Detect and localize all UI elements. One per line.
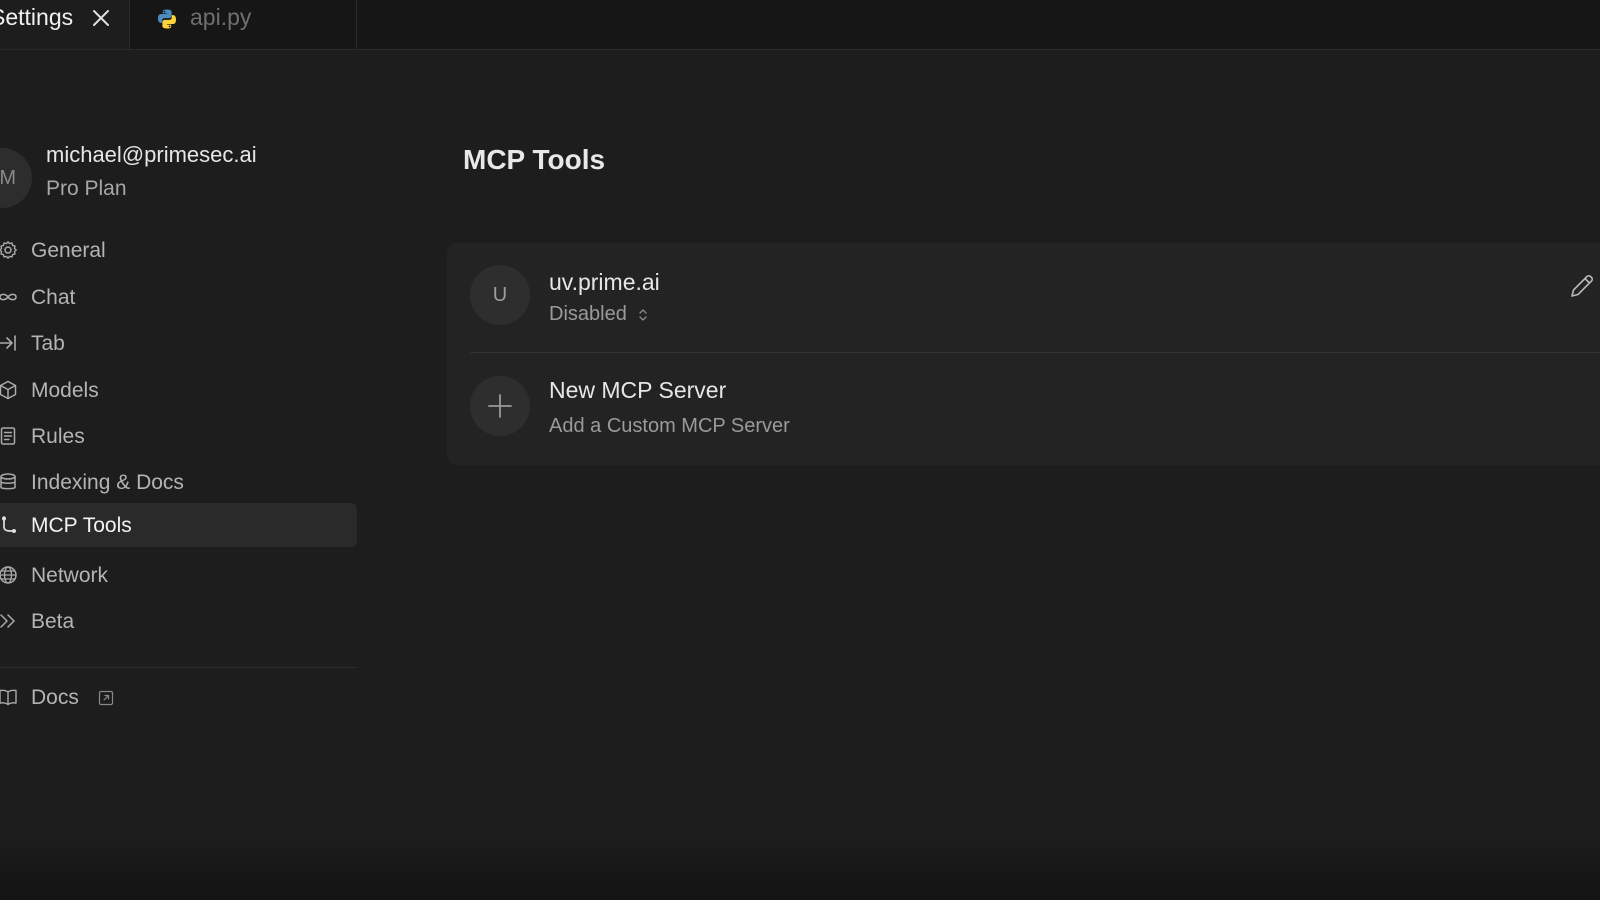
cube-icon [0,380,17,400]
chevrons-right-icon [0,614,15,628]
sidebar-item-label: Indexing & Docs [31,471,184,494]
sidebar-item-tab[interactable]: Tab [0,322,357,366]
mcp-icon [2,516,16,533]
sidebar-item-docs[interactable]: Docs [0,676,357,720]
sidebar-item-label: Docs [31,686,79,709]
sidebar-item-label: Models [31,379,99,402]
tab-settings[interactable]: Settings [0,0,130,49]
server-status-select[interactable]: Disabled [549,303,649,326]
main-content: MCP Tools U uv.prime.ai Disabled New MCP… [357,50,1600,900]
database-icon [0,473,16,490]
infinity-icon [0,293,17,301]
close-icon[interactable] [90,7,112,29]
add-server-icon-container [470,376,530,436]
sidebar-item-models[interactable]: Models [0,369,357,413]
add-server-title: New MCP Server [549,377,727,403]
sidebar-item-rules[interactable]: Rules [0,415,357,459]
document-icon [0,427,16,445]
gear-icon [0,241,17,259]
new-mcp-server-button[interactable]: New MCP Server Add a Custom MCP Server [447,353,1600,461]
account-plan: Pro Plan [46,177,127,200]
add-server-subtitle: Add a Custom MCP Server [549,415,790,437]
server-status-label: Disabled [549,303,627,325]
python-icon [158,9,176,29]
arrow-right-bar-icon [0,335,16,351]
pencil-icon[interactable] [1567,271,1597,301]
avatar: M [0,148,32,208]
sidebar-item-label: Network [31,564,109,587]
sidebar-item-beta[interactable]: Beta [0,600,357,644]
sidebar-item-label: General [31,239,106,262]
sidebar-divider [0,667,357,668]
sidebar-item-label: Chat [31,286,76,309]
settings-window: Settings api.py M michael@primesec.ai Pr… [0,0,1600,900]
mcp-servers-card: U uv.prime.ai Disabled New MCP Server Ad… [447,243,1600,465]
tab-settings-label: Settings [0,4,74,30]
tab-bar: Settings api.py [0,0,1600,50]
sidebar-item-general[interactable]: General [0,229,357,273]
globe-icon [0,566,17,584]
sidebar-item-label: MCP Tools [31,514,132,537]
sidebar-item-label: Rules [31,425,85,448]
sidebar-item-label: Beta [31,610,75,633]
tab-api-py-label: api.py [190,4,252,30]
book-icon [0,689,17,706]
sidebar-item-label: Tab [31,332,65,355]
plus-icon [488,394,512,418]
external-link-icon [98,690,114,706]
sidebar-item-chat[interactable]: Chat [0,276,357,320]
account-email: michael@primesec.ai [46,142,257,167]
settings-sidebar: M michael@primesec.ai Pro Plan General C… [0,50,357,900]
sidebar-item-indexing-docs[interactable]: Indexing & Docs [0,461,357,505]
sidebar-item-network[interactable]: Network [0,554,357,598]
page-title: MCP Tools [463,144,606,175]
tab-api-py[interactable]: api.py [130,0,357,49]
server-avatar: U [470,265,530,325]
sidebar-item-mcp-tools[interactable]: MCP Tools [0,503,357,547]
mcp-server-row: U uv.prime.ai Disabled [447,243,1600,351]
server-name: uv.prime.ai [549,269,660,295]
chevron-up-down-icon [639,308,647,321]
account-info: M michael@primesec.ai Pro Plan [0,142,357,212]
